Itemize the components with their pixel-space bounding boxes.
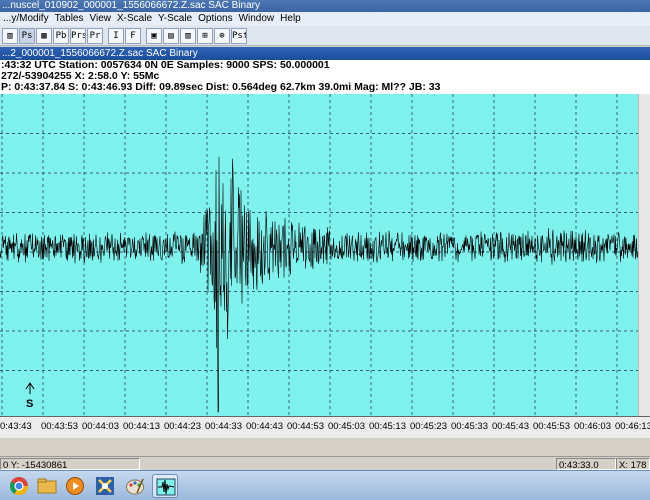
s-wave-marker[interactable]: S: [25, 382, 35, 410]
menu-item-1[interactable]: Tables: [52, 12, 87, 26]
toolbar: ▥ Ps ▦ Pb Prs Pr I F ▣ ▤ ▥ ⊞ ⊕ Pst: [0, 26, 650, 46]
time-tick-label: 0:43:43: [0, 421, 32, 432]
status-coords: 0 Y: -15430861: [0, 458, 140, 471]
info-line-picks: P: 0:43:37.84 S: 0:43:46.93 Diff: 09.89s…: [1, 81, 441, 93]
menu-bar: ...y/Modify Tables View X-Scale Y-Scale Optio…: [0, 12, 650, 26]
time-tick-label: 00:44:53: [287, 421, 324, 432]
chrome-icon: [9, 476, 29, 499]
time-tick-label: 00:45:33: [451, 421, 488, 432]
menu-item-0[interactable]: ...y/Modify: [0, 12, 52, 26]
toolbar-button-11[interactable]: ⊞: [197, 27, 213, 44]
time-tick-label: 00:44:43: [246, 421, 283, 432]
taskbar-button-paint[interactable]: [122, 474, 148, 498]
toolbar-button-8[interactable]: ▣: [146, 27, 162, 44]
horizontal-scrollbar-area: [0, 438, 650, 456]
time-tick-label: 00:44:13: [123, 421, 160, 432]
time-tick-label: 00:44:23: [164, 421, 201, 432]
toolbar-button-6[interactable]: I: [108, 27, 124, 44]
vertical-scrollbar[interactable]: [638, 94, 650, 416]
time-tick-label: 00:45:43: [492, 421, 529, 432]
taskbar-button-folder[interactable]: [34, 474, 60, 498]
menu-item-4[interactable]: Y-Scale: [155, 12, 195, 26]
time-tick-label: 00:46:13: [615, 421, 650, 432]
menu-item-2[interactable]: View: [86, 12, 114, 26]
taskbar-button-tools[interactable]: [92, 474, 118, 498]
media-icon: [65, 476, 85, 499]
time-tick-label: 00:46:03: [574, 421, 611, 432]
document-title: ...2_000001_1556066672.Z.sac SAC Binary: [2, 48, 198, 59]
toolbar-button-5[interactable]: Pr: [87, 27, 103, 44]
menu-item-5[interactable]: Options: [195, 12, 235, 26]
toolbar-button-10[interactable]: ▥: [180, 27, 196, 44]
toolbar-button-2[interactable]: ▦: [36, 27, 52, 44]
toolbar-button-1[interactable]: Ps: [19, 27, 35, 44]
status-x-seconds: X: 178 Sec: [616, 458, 650, 484]
toolbar-button-13[interactable]: Pst: [231, 27, 247, 44]
tools-icon: [95, 476, 115, 499]
seismogram-svg[interactable]: S: [0, 94, 638, 416]
status-bar: 0 Y: -15430861 0:43:33.0 X: 178 Sec: [0, 456, 650, 484]
time-tick-label: 00:45:23: [410, 421, 447, 432]
window-title-bar: ...nuscel_010902_000001_1556066672.Z.sac…: [0, 0, 650, 12]
time-tick-label: 00:45:53: [533, 421, 570, 432]
menu-item-3[interactable]: X-Scale: [114, 12, 155, 26]
time-tick-label: 00:44:03: [82, 421, 119, 432]
time-tick-label: 00:44:33: [205, 421, 242, 432]
seismogram-trace: [0, 156, 638, 413]
time-tick-label: 00:45:03: [328, 421, 365, 432]
windows-taskbar: [0, 470, 650, 500]
time-tick-label: 00:45:13: [369, 421, 406, 432]
window-title: ...nuscel_010902_000001_1556066672.Z.sac…: [2, 0, 260, 11]
toolbar-button-4[interactable]: Prs: [70, 27, 86, 44]
folder-icon: [37, 476, 57, 499]
paint-icon: [125, 476, 145, 499]
time-axis: 0:43:43 00:43:53 00:44:03 00:44:13 00:44:23 0…: [0, 416, 650, 438]
trace-info-panel: :43:32 UTC Station: 0057634 0N 0E Sample…: [0, 60, 650, 94]
taskbar-button-chrome[interactable]: [6, 474, 32, 498]
toolbar-button-3[interactable]: Pb: [53, 27, 69, 44]
toolbar-button-7[interactable]: F: [125, 27, 141, 44]
s-wave-marker-label: S: [26, 398, 33, 410]
seismogram-plot[interactable]: S: [0, 94, 638, 416]
time-tick-label: 00:43:53: [41, 421, 78, 432]
status-time: 0:43:33.0: [556, 458, 616, 471]
menu-item-6[interactable]: Window: [236, 12, 278, 26]
menu-item-7[interactable]: Help: [277, 12, 304, 26]
taskbar-button-media[interactable]: [62, 474, 88, 498]
toolbar-button-9[interactable]: ▤: [163, 27, 179, 44]
seismo-icon: [156, 477, 176, 500]
toolbar-button-0[interactable]: ▥: [2, 27, 18, 44]
document-title-bar: ...2_000001_1556066672.Z.sac SAC Binary: [0, 47, 650, 60]
toolbar-button-12[interactable]: ⊕: [214, 27, 230, 44]
taskbar-button-seismo[interactable]: [152, 474, 178, 498]
